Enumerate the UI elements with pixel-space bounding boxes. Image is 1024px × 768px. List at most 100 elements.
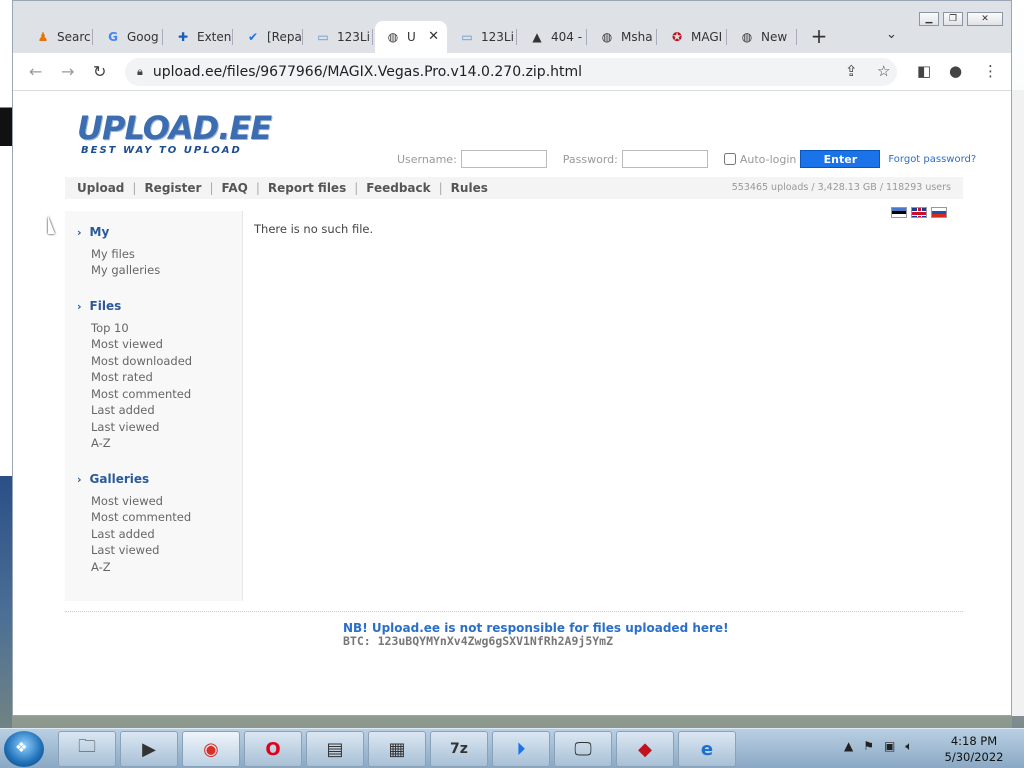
start-button[interactable]: ❖	[4, 731, 44, 767]
taskbar-game[interactable]: ◆	[616, 731, 674, 767]
taskbar-chrome[interactable]: ◉	[182, 731, 240, 767]
tab-9[interactable]: ✪ MAGI	[659, 21, 727, 53]
globe-icon: ◍	[741, 30, 753, 44]
enter-button[interactable]: Enter	[800, 150, 881, 168]
url-text: upload.ee/files/9677966/MAGIX.Vegas.Pro.…	[152, 64, 583, 80]
taskbar-notepad[interactable]: ▤	[306, 731, 364, 767]
taskbar: ❖ 🗀 ▶ ◉ O ▤ ▦ 7z ⏵ 🖵 ◆ e ▲ ⚑ ▣ 🔈︎ 4:18 P…	[0, 728, 1024, 768]
username-label: Username:	[397, 152, 457, 166]
clock[interactable]: 4:18 PM 5/30/2022	[938, 733, 1010, 765]
sidebar-item[interactable]: Most rated	[91, 370, 153, 384]
menu-icon[interactable]: ⋮	[983, 62, 998, 80]
sidebar-item[interactable]: A-Z	[91, 436, 111, 450]
taskbar-7zip[interactable]: 7z	[430, 731, 488, 767]
taskbar-opera[interactable]: O	[244, 731, 302, 767]
google-icon: G	[108, 30, 118, 44]
chevron-down-icon[interactable]: ⌄	[886, 27, 897, 42]
tab-1[interactable]: G Goog	[95, 21, 163, 53]
star-icon[interactable]: ☆	[877, 62, 890, 80]
tab-3[interactable]: ✔ [Repa	[235, 21, 303, 53]
tab-strip: ♟ Searc G Goog ✚ Exten ✔ [Repa ▭ 123Li ◍ U ✕ ▭ 1…	[13, 1, 1011, 53]
sidebar-item[interactable]: My galleries	[91, 263, 160, 277]
forgot-password-link[interactable]: Forgot password?	[888, 154, 976, 165]
sidebar-heading-galleries[interactable]: › Galleries	[77, 472, 149, 486]
mouse-cursor	[48, 216, 55, 234]
tab-2[interactable]: ✚ Exten	[165, 21, 233, 53]
flag-icon[interactable]: ⚑	[863, 739, 874, 754]
taskbar-ie[interactable]: e	[678, 731, 736, 767]
nav-upload[interactable]: Upload	[77, 181, 124, 195]
taskbar-explorer[interactable]: 🗀	[58, 731, 116, 767]
sidebar-heading-files[interactable]: › Files	[77, 299, 121, 313]
play-circle-icon: ⏵	[516, 738, 526, 760]
username-input[interactable]	[460, 150, 547, 168]
nav-feedback[interactable]: Feedback	[366, 181, 430, 195]
sidebar-item[interactable]: Top 10	[91, 321, 129, 335]
maximize-button[interactable]: ❐	[943, 12, 963, 26]
taskbar-winrar[interactable]: ▦	[368, 731, 426, 767]
sidebar-item[interactable]: Last viewed	[91, 543, 159, 557]
nav-report-files[interactable]: Report files	[268, 181, 346, 195]
archive-icon: ▦	[388, 738, 406, 760]
window-close-button[interactable]: ✕	[967, 12, 1003, 26]
reload-button[interactable]: ↻	[93, 62, 106, 81]
chrome-icon: ◉	[203, 738, 219, 760]
chevron-up-icon[interactable]: ▲	[844, 739, 853, 754]
volume-icon[interactable]: 🔈︎	[905, 739, 912, 754]
sidebar-item[interactable]: Last viewed	[91, 420, 159, 434]
nav-faq[interactable]: FAQ	[222, 181, 248, 195]
page-scrollbar[interactable]	[1012, 90, 1024, 716]
folder-icon: 🗀	[78, 736, 96, 757]
desktop-edge-left	[0, 0, 12, 768]
russian-flag-icon[interactable]	[931, 207, 947, 218]
windows-logo-icon: ❖	[15, 740, 28, 756]
tab-4[interactable]: ▭ 123Li	[305, 21, 373, 53]
tab-5-active[interactable]: ◍ U ✕	[375, 21, 447, 53]
sidebar-item[interactable]: Most downloaded	[91, 354, 192, 368]
person-icon: ♟	[37, 30, 49, 44]
autologin-checkbox[interactable]	[723, 153, 736, 165]
system-tray: ▲ ⚑ ▣ 🔈︎	[844, 739, 913, 754]
site-logo[interactable]: UPLOAD.EE BEST WAY TO UPLOAD	[77, 111, 272, 156]
sidebar-item[interactable]: A-Z	[91, 560, 111, 574]
link-icon: ▭	[461, 30, 473, 44]
browser-toolbar: ← → ↻ 🔒︎ upload.ee/files/9677966/MAGIX.V…	[13, 53, 1011, 91]
sidebar-item[interactable]: Most commented	[91, 387, 191, 401]
tent-icon: ▲	[532, 30, 542, 44]
back-button[interactable]: ←	[29, 62, 42, 81]
monitor-icon: 🖵	[574, 738, 592, 760]
tab-6[interactable]: ▭ 123Li	[449, 21, 517, 53]
tab-0[interactable]: ♟ Searc	[25, 21, 93, 53]
estonian-flag-icon[interactable]	[891, 207, 907, 218]
internet-explorer-icon: e	[700, 738, 714, 760]
sidebar-item[interactable]: Most viewed	[91, 494, 163, 508]
opera-icon: O	[265, 738, 281, 760]
taskbar-player[interactable]: ⏵	[492, 731, 550, 767]
close-icon[interactable]: ✕	[428, 29, 439, 44]
forward-button[interactable]: →	[61, 62, 74, 81]
share-icon[interactable]: ⇪	[845, 62, 858, 80]
profile-icon[interactable]: ●	[949, 62, 962, 80]
network-icon[interactable]: ▣	[884, 739, 895, 754]
tab-10[interactable]: ◍ New	[729, 21, 797, 53]
sidebar-item[interactable]: Most viewed	[91, 337, 163, 351]
english-flag-icon[interactable]	[911, 207, 927, 218]
taskbar-remote[interactable]: 🖵	[554, 731, 612, 767]
sidebar-heading-my[interactable]: › My	[77, 225, 109, 239]
tab-8[interactable]: ◍ Msha	[589, 21, 657, 53]
new-tab-button[interactable]: +	[808, 24, 830, 48]
nav-register[interactable]: Register	[144, 181, 201, 195]
login-bar: Username: Password: Auto-login Enter For…	[397, 149, 976, 169]
sidebar-item[interactable]: Most commented	[91, 510, 191, 524]
address-bar[interactable]: 🔒︎ upload.ee/files/9677966/MAGIX.Vegas.P…	[125, 58, 897, 86]
nav-rules[interactable]: Rules	[451, 181, 488, 195]
minimize-button[interactable]: ▁	[919, 12, 939, 26]
sidebar-item[interactable]: Last added	[91, 527, 155, 541]
sidebar-item[interactable]: My files	[91, 247, 135, 261]
taskbar-media-player[interactable]: ▶	[120, 731, 178, 767]
password-input[interactable]	[621, 150, 708, 168]
footer-divider	[65, 611, 963, 612]
sidebar-item[interactable]: Last added	[91, 403, 155, 417]
side-panel-icon[interactable]: ◧	[917, 62, 931, 80]
tab-7[interactable]: ▲ 404 -	[519, 21, 587, 53]
